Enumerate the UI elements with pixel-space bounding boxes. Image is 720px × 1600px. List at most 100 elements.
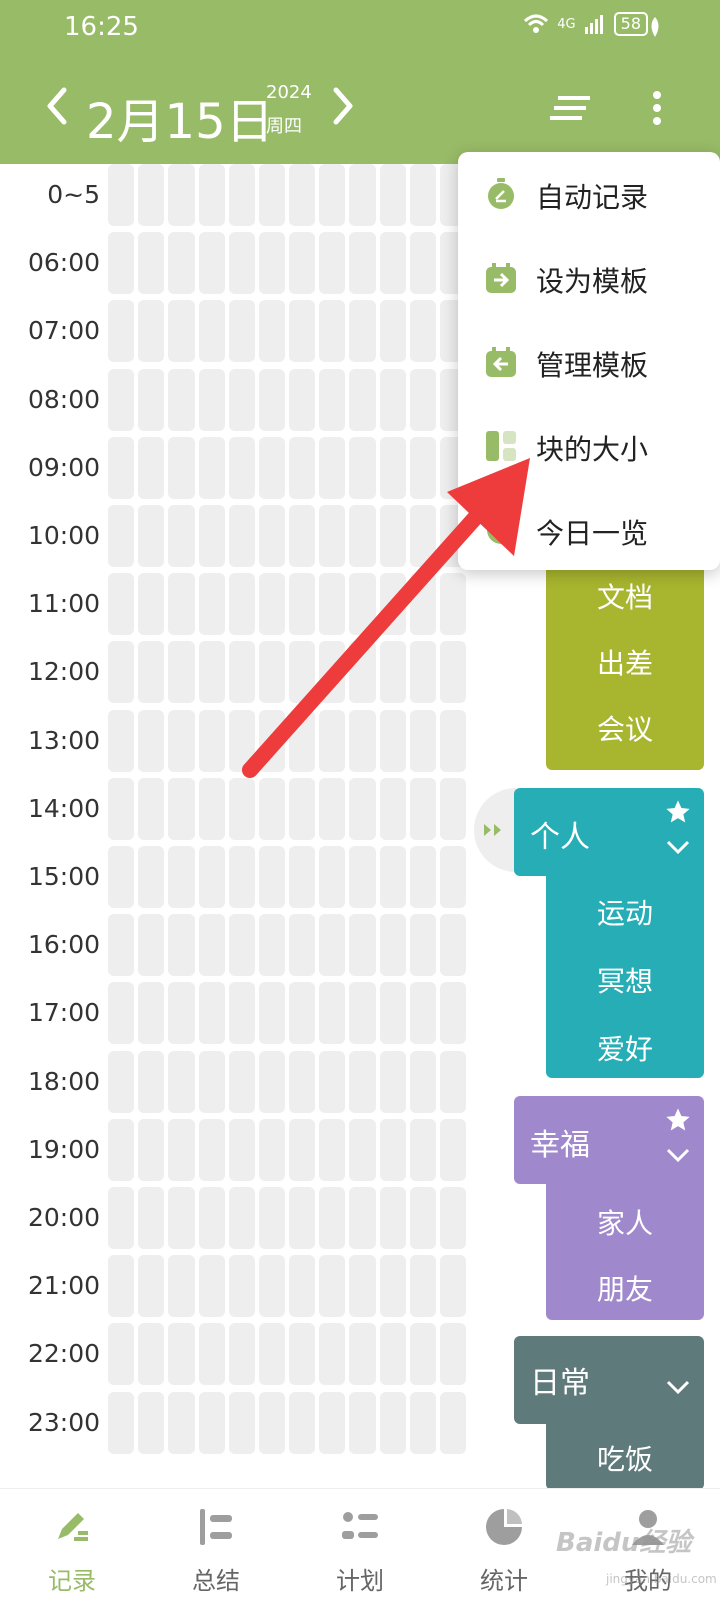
time-slot-cell[interactable]: [198, 914, 225, 977]
time-slot-cell[interactable]: [228, 1255, 255, 1318]
time-slot-cell[interactable]: [439, 1255, 467, 1318]
time-slot-cell[interactable]: [349, 1323, 376, 1386]
time-slot-cell[interactable]: [289, 846, 316, 908]
tab-summary[interactable]: 总结: [144, 1489, 288, 1600]
time-slot-cell[interactable]: [198, 777, 225, 840]
time-slot-cell[interactable]: [409, 164, 436, 226]
time-slot-cell[interactable]: [228, 982, 255, 1045]
time-slot-cell[interactable]: [439, 573, 467, 636]
time-slot-cell[interactable]: [439, 777, 467, 840]
time-slot-cell[interactable]: [168, 982, 195, 1045]
time-slot-cell[interactable]: [138, 1255, 165, 1318]
sort-icon[interactable]: [550, 90, 594, 126]
time-slot-cell[interactable]: [409, 300, 436, 363]
time-slot-cell[interactable]: [138, 1187, 165, 1249]
time-slot-cell[interactable]: [319, 368, 346, 431]
star-icon[interactable]: [664, 798, 692, 826]
time-slot-cell[interactable]: [439, 1118, 467, 1181]
time-slot-cell[interactable]: [289, 232, 316, 295]
time-slot-cell[interactable]: [168, 1187, 195, 1249]
time-slot-cell[interactable]: [168, 641, 195, 704]
time-slot-cell[interactable]: [289, 1323, 316, 1386]
time-slot-cell[interactable]: [349, 573, 376, 636]
time-slot-cell[interactable]: [228, 573, 255, 636]
time-slot-cell[interactable]: [168, 1323, 195, 1386]
time-slot-cell[interactable]: [289, 1255, 316, 1318]
time-slot-cell[interactable]: [168, 1255, 195, 1318]
time-slot-cell[interactable]: [138, 232, 165, 295]
time-slot-cell[interactable]: [108, 368, 135, 431]
time-slot-cell[interactable]: [168, 846, 195, 908]
time-slot-cell[interactable]: [258, 1255, 286, 1318]
star-icon[interactable]: [664, 1106, 692, 1134]
time-slot-cell[interactable]: [409, 914, 436, 977]
time-slot-cell[interactable]: [349, 1187, 376, 1249]
time-slot-cell[interactable]: [379, 1050, 406, 1113]
time-slot-cell[interactable]: [138, 709, 165, 772]
tab-statistics[interactable]: 统计: [432, 1489, 576, 1600]
category-item[interactable]: 文档: [546, 576, 704, 616]
time-slot-cell[interactable]: [228, 1323, 255, 1386]
time-slot-cell[interactable]: [138, 1391, 165, 1454]
time-slot-cell[interactable]: [409, 1391, 436, 1454]
time-slot-cell[interactable]: [108, 1391, 135, 1454]
time-slot-cell[interactable]: [168, 573, 195, 636]
time-slot-cell[interactable]: [439, 846, 467, 908]
time-slot-cell[interactable]: [108, 641, 135, 704]
time-slot-cell[interactable]: [379, 1391, 406, 1454]
time-slot-cell[interactable]: [319, 300, 346, 363]
time-slot-cell[interactable]: [349, 914, 376, 977]
time-slot-cell[interactable]: [289, 777, 316, 840]
time-slot-cell[interactable]: [289, 573, 316, 636]
time-slot-cell[interactable]: [228, 641, 255, 704]
time-slot-cell[interactable]: [168, 232, 195, 295]
time-slot-cell[interactable]: [319, 709, 346, 772]
category-item[interactable]: 吃饭: [546, 1438, 704, 1478]
prev-day-button[interactable]: [40, 86, 74, 126]
time-slot-cell[interactable]: [228, 914, 255, 977]
time-slot-cell[interactable]: [198, 1323, 225, 1386]
time-slot-cell[interactable]: [319, 982, 346, 1045]
happiness-category-header[interactable]: 幸福: [514, 1096, 704, 1184]
time-slot-cell[interactable]: [108, 1323, 135, 1386]
time-slot-cell[interactable]: [198, 1050, 225, 1113]
time-slot-cell[interactable]: [319, 777, 346, 840]
time-slot-cell[interactable]: [138, 573, 165, 636]
time-slot-cell[interactable]: [138, 300, 165, 363]
time-slot-cell[interactable]: [138, 368, 165, 431]
time-slot-cell[interactable]: [138, 1050, 165, 1113]
time-slot-cell[interactable]: [198, 1187, 225, 1249]
time-slot-cell[interactable]: [349, 436, 376, 499]
time-slot-cell[interactable]: [349, 709, 376, 772]
time-slot-cell[interactable]: [108, 573, 135, 636]
time-slot-cell[interactable]: [228, 1391, 255, 1454]
time-slot-cell[interactable]: [409, 436, 436, 499]
expand-panel-button[interactable]: [474, 788, 516, 872]
time-slot-cell[interactable]: [439, 1323, 467, 1386]
time-slot-cell[interactable]: [138, 641, 165, 704]
time-slot-cell[interactable]: [108, 300, 135, 363]
category-item[interactable]: 冥想: [546, 960, 704, 1000]
time-slot-cell[interactable]: [319, 914, 346, 977]
time-slot-cell[interactable]: [258, 709, 286, 772]
time-slot-cell[interactable]: [289, 1391, 316, 1454]
time-slot-cell[interactable]: [349, 1391, 376, 1454]
time-slot-cell[interactable]: [108, 1255, 135, 1318]
menu-item-manage-template[interactable]: 管理模板: [458, 320, 720, 404]
time-slot-cell[interactable]: [198, 709, 225, 772]
time-slot-cell[interactable]: [409, 1050, 436, 1113]
time-slot-cell[interactable]: [379, 1187, 406, 1249]
time-slot-cell[interactable]: [258, 777, 286, 840]
more-options-icon[interactable]: [642, 88, 672, 128]
time-slot-cell[interactable]: [289, 1050, 316, 1113]
time-slot-cell[interactable]: [138, 777, 165, 840]
time-slot-cell[interactable]: [409, 1118, 436, 1181]
time-slot-cell[interactable]: [319, 641, 346, 704]
time-slot-cell[interactable]: [439, 1391, 467, 1454]
current-date[interactable]: 2月15日: [86, 82, 274, 152]
time-slot-cell[interactable]: [108, 1187, 135, 1249]
daily-category-header[interactable]: 日常: [514, 1336, 704, 1424]
time-slot-cell[interactable]: [138, 1323, 165, 1386]
time-slot-cell[interactable]: [138, 982, 165, 1045]
time-slot-cell[interactable]: [349, 164, 376, 226]
